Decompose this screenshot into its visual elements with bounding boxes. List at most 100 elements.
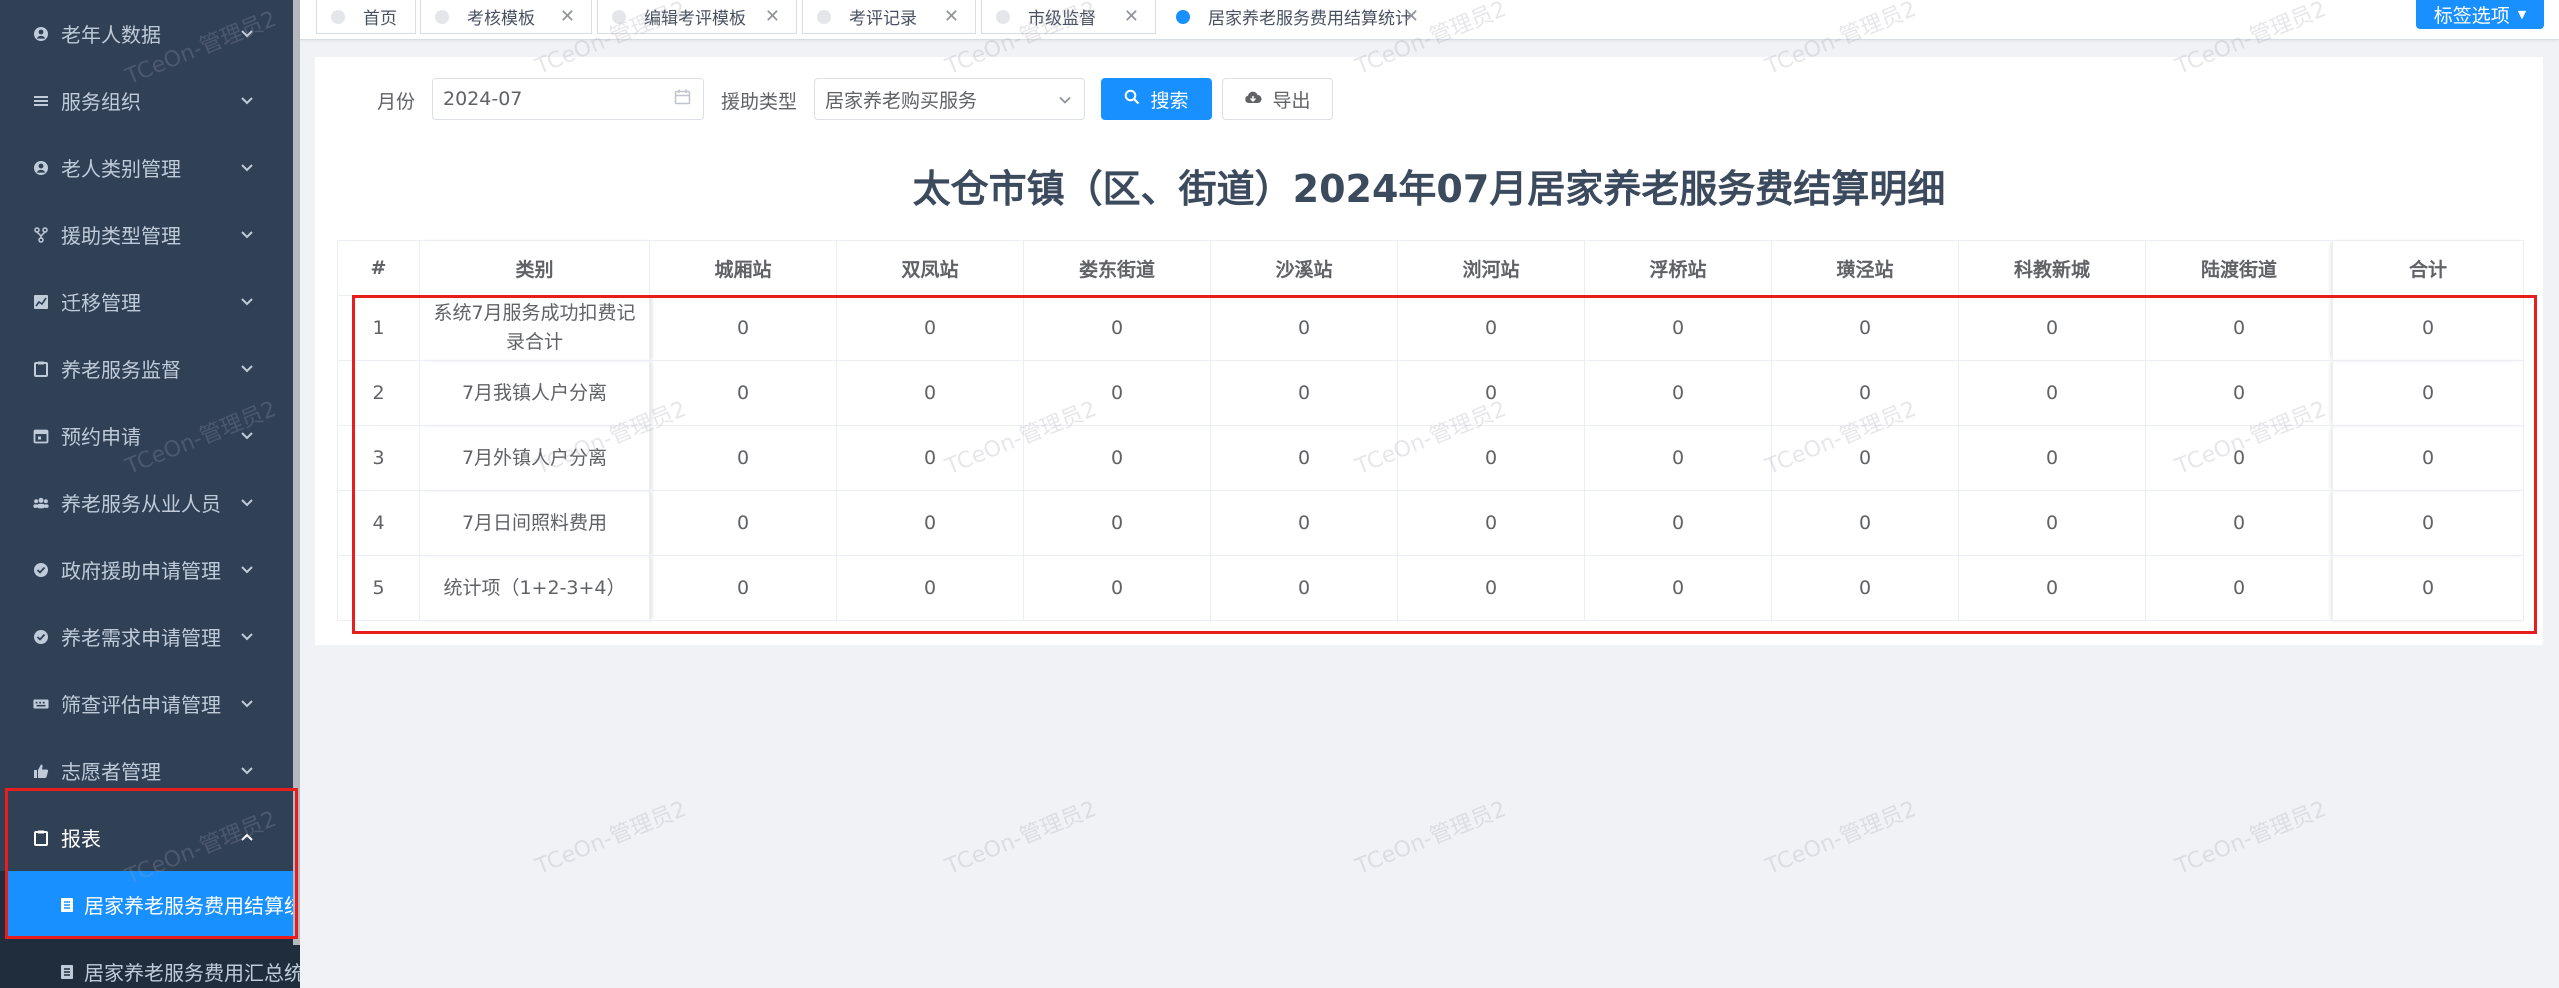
- row-index: 5: [337, 555, 420, 621]
- month-label: 月份: [377, 91, 416, 113]
- menu-item[interactable]: 迁移管理: [0, 268, 300, 335]
- chart-icon: [33, 294, 49, 310]
- tab-label: 市级监督: [1028, 9, 1096, 29]
- column-header: 科教新城: [1958, 240, 2146, 296]
- menu-item[interactable]: 老人类别管理: [0, 134, 300, 201]
- export-button[interactable]: 导出: [1222, 78, 1333, 120]
- tab-city-supervision[interactable]: 市级监督 ✕: [981, 0, 1156, 34]
- table-cell: 0: [1584, 295, 1772, 361]
- table-row: 1 系统7月服务成功扣费记录合计 0 0 0 0 0 0 0 0 0 0: [337, 295, 2524, 361]
- tab-dot-icon: [817, 9, 831, 24]
- tab-assessment-template[interactable]: 考核模板 ✕: [420, 0, 592, 34]
- menu-label: 居家养老服务费用汇总统计: [84, 961, 300, 985]
- cloud-download-icon: [1244, 90, 1263, 109]
- tab-home[interactable]: 首页: [316, 0, 416, 34]
- menu-label: 养老需求申请管理: [61, 626, 221, 650]
- menu-label: 筛查评估申请管理: [61, 693, 221, 717]
- table-cell: 0: [1584, 555, 1772, 621]
- row-index: 3: [337, 425, 420, 491]
- row-index: 4: [337, 490, 420, 556]
- menu-item[interactable]: 服务组织: [0, 67, 300, 134]
- export-label: 导出: [1272, 89, 1311, 112]
- tab-dot-icon: [996, 9, 1010, 24]
- row-total: 0: [2332, 360, 2524, 426]
- table-cell: 0: [1584, 360, 1772, 426]
- menu-item[interactable]: 养老需求申请管理: [0, 603, 300, 670]
- check-circle-icon: [33, 562, 49, 578]
- clipboard-icon: [33, 361, 49, 377]
- table-cell: 0: [1023, 295, 1211, 361]
- aid-type-select[interactable]: 居家养老购买服务: [814, 78, 1085, 120]
- table-cell: 0: [836, 295, 1024, 361]
- table-cell: 0: [2145, 295, 2333, 361]
- table-cell: 0: [1210, 490, 1398, 556]
- menu-item[interactable]: 老年人数据: [0, 0, 300, 67]
- table-header-row: # 类别 城厢站 双凤站 娄东街道 沙溪站 浏河站 浮桥站 璜泾站 科教新城 陆渡街道 合计: [337, 240, 2524, 296]
- table-cell: 0: [649, 425, 837, 491]
- menu-item[interactable]: 援助类型管理: [0, 201, 300, 268]
- close-icon[interactable]: ✕: [765, 6, 780, 27]
- menu-label: 服务组织: [61, 90, 141, 114]
- watermark-text: TCeOn-管理员2: [532, 796, 691, 880]
- tab-evaluation-records[interactable]: 考评记录 ✕: [802, 0, 976, 34]
- row-index: 2: [337, 360, 420, 426]
- row-category: 7月我镇人户分离: [419, 360, 650, 426]
- chevron-down-icon: [240, 227, 254, 243]
- reports-submenu: 居家养老服务费用结算统 居家养老服务费用汇总统计: [0, 871, 300, 988]
- tab-settlement-stats[interactable]: 居家养老服务费用结算统计 ✕: [1161, 0, 1436, 34]
- user-icon: [33, 160, 49, 176]
- close-icon[interactable]: ✕: [560, 6, 575, 27]
- menu-label: 养老服务从业人员: [61, 492, 221, 516]
- tab-label: 编辑考评模板: [644, 9, 746, 29]
- table-cell: 0: [1771, 490, 1959, 556]
- chevron-up-icon: [240, 830, 254, 846]
- chevron-down-icon: [240, 428, 254, 444]
- row-total: 0: [2332, 425, 2524, 491]
- report-table: # 类别 城厢站 双凤站 娄东街道 沙溪站 浏河站 浮桥站 璜泾站 科教新城 陆渡街道 合计 1 系统7…: [337, 240, 2524, 621]
- close-icon[interactable]: ✕: [1124, 6, 1139, 27]
- sidebar-scrollbar[interactable]: [293, 0, 300, 945]
- table-cell: 0: [1958, 360, 2146, 426]
- table-cell: 0: [1210, 425, 1398, 491]
- table-body: 1 系统7月服务成功扣费记录合计 0 0 0 0 0 0 0 0 0 0 2 7月我镇人户分离 0 0 0 0 0 0…: [337, 295, 2524, 621]
- chevron-down-icon: [240, 629, 254, 645]
- close-icon[interactable]: ✕: [944, 6, 959, 27]
- table-row: 5 统计项（1+2-3+4） 0 0 0 0 0 0 0 0 0 0: [337, 555, 2524, 621]
- tab-dot-icon: [1176, 9, 1190, 24]
- menu-reports[interactable]: 报表: [0, 804, 300, 871]
- table-cell: 0: [649, 490, 837, 556]
- menu-label: 政府援助申请管理: [61, 559, 221, 583]
- table-cell: 0: [1584, 490, 1772, 556]
- menu-item[interactable]: 养老服务从业人员: [0, 469, 300, 536]
- row-category: 系统7月服务成功扣费记录合计: [419, 295, 650, 361]
- menu-label: 养老服务监督: [61, 358, 181, 382]
- tab-options-button[interactable]: 标签选项 ▼: [2416, 0, 2544, 29]
- table-cell: 0: [836, 490, 1024, 556]
- row-total: 0: [2332, 295, 2524, 361]
- row-total: 0: [2332, 490, 2524, 556]
- menu-item[interactable]: 预约申请: [0, 402, 300, 469]
- aid-type-value: 居家养老购买服务: [825, 89, 978, 112]
- chevron-down-icon: [1058, 90, 1072, 109]
- table-cell: 0: [1210, 295, 1398, 361]
- tab-label: 考评记录: [849, 9, 917, 29]
- table-cell: 0: [1958, 490, 2146, 556]
- menu-settlement-stats[interactable]: 居家养老服务费用结算统: [8, 871, 300, 938]
- menu-item[interactable]: 政府援助申请管理: [0, 536, 300, 603]
- column-header: 类别: [419, 240, 650, 296]
- menu-item[interactable]: 养老服务监督: [0, 335, 300, 402]
- table-cell: 0: [1958, 295, 2146, 361]
- menu-item[interactable]: 志愿者管理: [0, 737, 300, 804]
- column-header: 浏河站: [1397, 240, 1585, 296]
- table-cell: 0: [1023, 425, 1211, 491]
- menu-summary-stats[interactable]: 居家养老服务费用汇总统计: [0, 938, 300, 988]
- calendar-icon: [674, 89, 691, 110]
- month-picker[interactable]: 2024-07: [432, 78, 704, 120]
- menu-item[interactable]: 筛查评估申请管理: [0, 670, 300, 737]
- menu-label: 老年人数据: [61, 23, 161, 47]
- tab-edit-template[interactable]: 编辑考评模板 ✕: [597, 0, 797, 34]
- search-button[interactable]: 搜索: [1101, 78, 1212, 120]
- table-cell: 0: [1210, 555, 1398, 621]
- close-icon[interactable]: ✕: [1404, 6, 1419, 27]
- column-header: 双凤站: [836, 240, 1024, 296]
